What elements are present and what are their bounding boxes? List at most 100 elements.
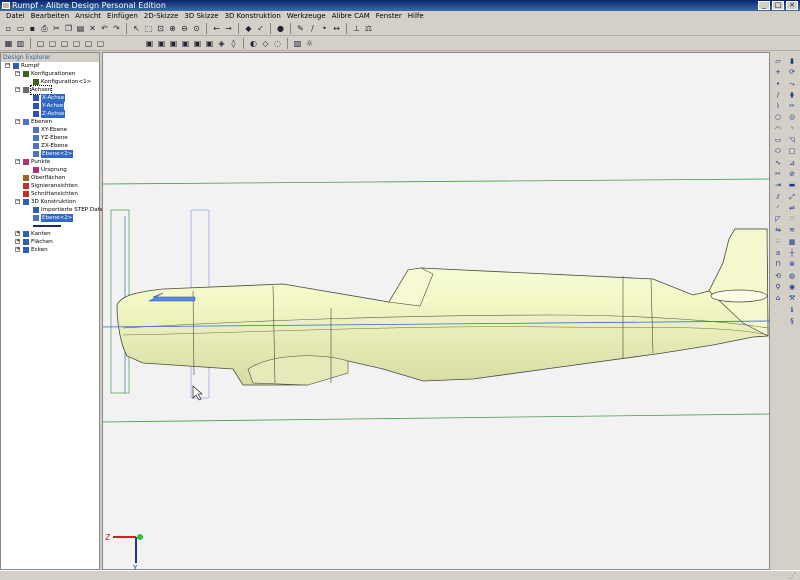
menu-item-3[interactable]: Einfügen	[104, 11, 141, 22]
fuselage-body[interactable]	[116, 228, 769, 386]
section-icon[interactable]: ▥	[15, 38, 26, 49]
menu-item-9[interactable]: Fenster	[373, 11, 405, 22]
menu-item-7[interactable]: Werkzeuge	[284, 11, 329, 22]
mirror3d-icon[interactable]: ⇌	[787, 203, 797, 214]
zoom-in-icon[interactable]: ⊕	[167, 23, 178, 34]
tree-item[interactable]: Ebene<2>	[1, 150, 99, 158]
view4-icon[interactable]: ▢	[71, 38, 82, 49]
ref-icon[interactable]: ⌂	[773, 293, 783, 304]
measure-icon[interactable]: ↔	[331, 23, 342, 34]
tree-item[interactable]: YZ-Ebene	[1, 134, 99, 142]
check-icon[interactable]: ✓	[255, 23, 266, 34]
cube-front-icon[interactable]: ▣	[144, 38, 155, 49]
zoom-window-icon[interactable]: ⊙	[191, 23, 202, 34]
tree-item[interactable]: − 3D Konstruktion	[1, 198, 99, 206]
display-icon[interactable]: ▨	[292, 38, 303, 49]
tree-item[interactable]: + Kanten	[1, 230, 99, 238]
tree-item[interactable]: + Ecken	[1, 246, 99, 254]
loft-icon[interactable]: ⧫	[787, 90, 797, 101]
select-box-icon[interactable]: ⬚	[143, 23, 154, 34]
sketch-plane-icon[interactable]: ▱	[773, 56, 783, 67]
collapse-icon[interactable]: −	[15, 159, 20, 164]
hidden-icon[interactable]: ◌	[272, 38, 283, 49]
collapse-icon[interactable]: −	[15, 71, 20, 76]
chamfer-icon[interactable]: ◸	[773, 214, 783, 225]
menu-item-4[interactable]: 2D-Skizze	[141, 11, 181, 22]
dimension-icon[interactable]: ⊥	[351, 23, 362, 34]
chamfer3d-icon[interactable]: ◹	[787, 135, 797, 146]
plus-icon[interactable]: +	[773, 67, 783, 78]
view3-icon[interactable]: ▢	[59, 38, 70, 49]
cube-normal-icon[interactable]: ◊	[228, 38, 239, 49]
point-icon[interactable]: •	[319, 23, 330, 34]
split-icon[interactable]: ⊘	[787, 169, 797, 180]
draft-icon[interactable]: ⊿	[787, 158, 797, 169]
3d-viewport[interactable]: Z Y	[102, 52, 771, 572]
model-canvas[interactable]: Z Y	[102, 53, 771, 572]
tree-item[interactable]: Z-Achse	[1, 110, 99, 118]
sweep-icon[interactable]: ⤳	[787, 79, 797, 90]
tree-item[interactable]	[1, 222, 99, 230]
tree-item[interactable]: ZX-Ebene	[1, 142, 99, 150]
rectangle-icon[interactable]: ▭	[773, 135, 783, 146]
fillet-icon[interactable]: ◜	[773, 203, 783, 214]
tree-item[interactable]: X-Achse	[1, 94, 99, 102]
text-icon[interactable]: a	[773, 248, 783, 259]
undo-icon[interactable]: ↶	[99, 23, 110, 34]
collapse-icon[interactable]: −	[5, 63, 10, 68]
next-view-icon[interactable]: →	[223, 23, 234, 34]
figure-icon[interactable]: ⚲	[773, 282, 783, 293]
select-icon[interactable]: ↖	[131, 23, 142, 34]
view6-icon[interactable]: ▢	[95, 38, 106, 49]
offset-icon[interactable]: ⫽	[773, 192, 783, 203]
menu-item-1[interactable]: Bearbeiten	[28, 11, 72, 22]
globe-icon[interactable]: ◍	[787, 271, 797, 282]
cube-iso-icon[interactable]: ◈	[216, 38, 227, 49]
render-icon[interactable]: ●	[275, 23, 286, 34]
thread-icon[interactable]: ≋	[787, 225, 797, 236]
collapse-icon[interactable]: −	[15, 199, 20, 204]
cube-bottom-icon[interactable]: ▣	[180, 38, 191, 49]
tree-item[interactable]: Signieransichten	[1, 182, 99, 190]
view2-icon[interactable]: ▢	[47, 38, 58, 49]
tools-icon[interactable]: ⚒	[787, 293, 797, 304]
new-icon[interactable]: ▫	[3, 23, 14, 34]
tree-item[interactable]: Y-Achse	[1, 102, 99, 110]
tree-item[interactable]: − Konfigurationen	[1, 70, 99, 78]
polyline-icon[interactable]: ⌇	[773, 101, 783, 112]
maximize-button[interactable]: □	[772, 1, 784, 10]
cut-icon[interactable]: ✂	[51, 23, 62, 34]
trim-icon[interactable]: ✂	[773, 169, 783, 180]
resize-grip-icon[interactable]: ⋰	[789, 572, 796, 580]
expand-icon[interactable]: +	[15, 231, 20, 236]
collapse-icon[interactable]: −	[15, 87, 20, 92]
previous-view-icon[interactable]: ←	[211, 23, 222, 34]
menu-item-2[interactable]: Ansicht	[72, 11, 104, 22]
tree-item[interactable]: − Achsen	[1, 85, 99, 95]
cube-right-icon[interactable]: ▣	[204, 38, 215, 49]
print-icon[interactable]: ⎙	[39, 23, 50, 34]
zoom-fit-icon[interactable]: ⊡	[155, 23, 166, 34]
helix-icon[interactable]: §	[787, 316, 797, 327]
orange-icon[interactable]: ◉	[787, 282, 797, 293]
ellipse-icon[interactable]: ⬭	[773, 146, 783, 157]
balance-icon[interactable]: ⚖	[363, 23, 374, 34]
view5-icon[interactable]: ▢	[83, 38, 94, 49]
wire-icon[interactable]: ◇	[260, 38, 271, 49]
spline-icon[interactable]: ∿	[773, 158, 783, 169]
hole-icon[interactable]: ◎	[787, 112, 797, 123]
shell-icon[interactable]: ▢	[787, 146, 797, 157]
convert-icon[interactable]: ⟲	[773, 271, 783, 282]
tree-item[interactable]: − Ebenen	[1, 118, 99, 126]
zoom-out-icon[interactable]: ⊖	[179, 23, 190, 34]
copy-icon[interactable]: ❐	[63, 23, 74, 34]
menu-item-8[interactable]: Alibre CAM	[329, 11, 373, 22]
circle-icon[interactable]: ○	[773, 112, 783, 123]
revolve-icon[interactable]: ⟳	[787, 67, 797, 78]
save-icon[interactable]: ▪	[27, 23, 38, 34]
extend-icon[interactable]: ⇥	[773, 180, 783, 191]
redo-icon[interactable]: ↷	[111, 23, 122, 34]
tree-item[interactable]: Konfiguration<1>	[1, 78, 99, 86]
tree-item[interactable]: Oberflächen	[1, 174, 99, 182]
rib-icon[interactable]: ┼	[787, 248, 797, 259]
